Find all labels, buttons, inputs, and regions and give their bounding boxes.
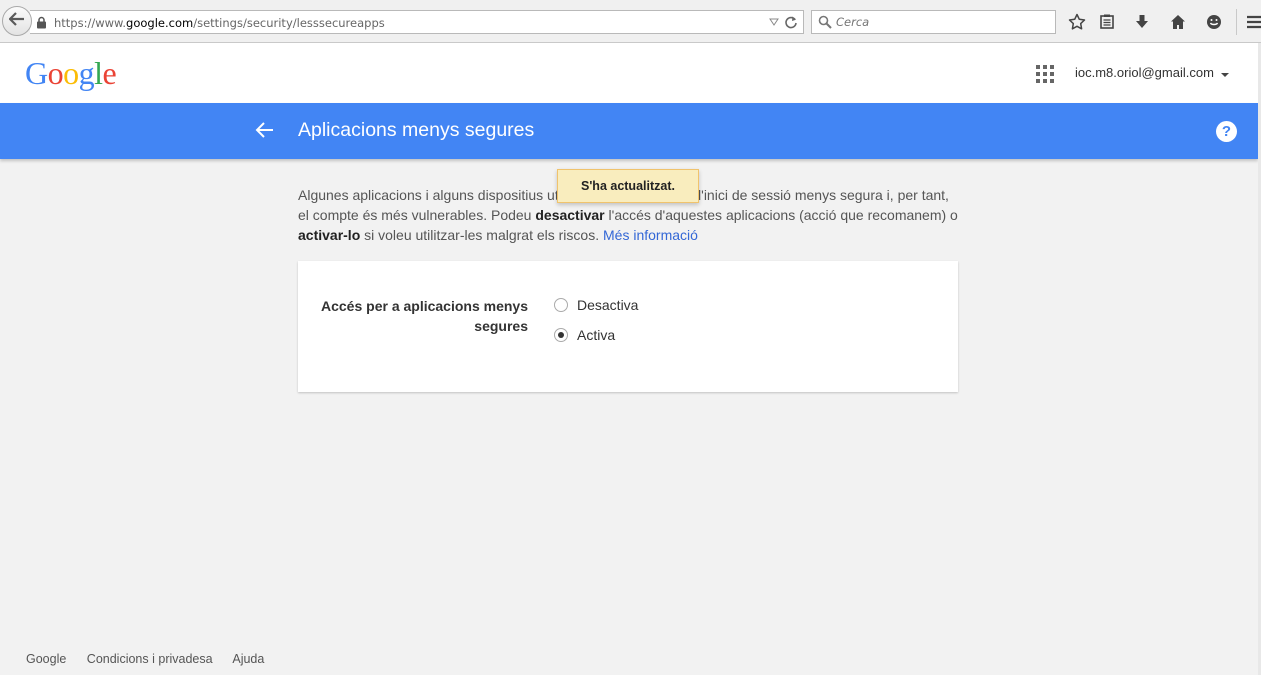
settings-card: Accés per a aplicacions menys segures De… — [298, 261, 958, 392]
logo-letter: l — [94, 55, 103, 91]
back-arrow-icon[interactable] — [255, 120, 277, 142]
logo-letter: e — [102, 55, 117, 91]
logo-letter: o — [63, 55, 79, 91]
back-button[interactable] — [2, 6, 32, 36]
bookmark-star-icon[interactable] — [1066, 11, 1088, 33]
lock-icon — [36, 16, 47, 32]
apps-grid-icon[interactable] — [1036, 65, 1054, 83]
help-icon[interactable]: ? — [1216, 121, 1237, 142]
learn-more-link[interactable]: Més informació — [603, 227, 698, 243]
chevron-down-icon[interactable] — [1221, 73, 1229, 77]
footer-link-help[interactable]: Ajuda — [232, 652, 264, 666]
toolbar-separator — [1236, 9, 1237, 35]
logo-letter: G — [25, 55, 48, 91]
url-history-dropdown-icon[interactable] — [769, 16, 779, 30]
footer-link-terms[interactable]: Condicions i privadesa — [87, 652, 213, 666]
footer-link-google[interactable]: Google — [26, 652, 66, 666]
home-icon[interactable] — [1167, 11, 1189, 33]
reload-icon[interactable] — [784, 15, 798, 32]
page-title: Aplicacions menys segures — [298, 119, 535, 141]
radio-label[interactable]: Desactiva — [577, 297, 638, 313]
status-toast: S'ha actualitzat. — [557, 169, 699, 203]
browser-toolbar: https://www.google.com/settings/security… — [0, 0, 1261, 43]
google-header: Google ioc.m8.oriol@gmail.com — [0, 43, 1261, 103]
back-arrow-icon — [8, 11, 25, 31]
radio-button-unchecked[interactable] — [554, 298, 568, 312]
search-icon — [818, 15, 832, 34]
logo-letter: g — [78, 55, 95, 91]
logo-letter: o — [47, 55, 64, 91]
radio-label[interactable]: Activa — [577, 327, 615, 343]
url-text[interactable]: https://www.google.com/settings/security… — [54, 16, 385, 30]
google-logo[interactable]: Google — [25, 55, 117, 91]
setting-label: Accés per a aplicacions menys segures — [321, 298, 528, 334]
reading-list-icon[interactable] — [1096, 11, 1118, 33]
search-bar[interactable] — [811, 10, 1056, 34]
footer: Google Condicions i privadesa Ajuda — [26, 652, 281, 666]
download-icon[interactable] — [1131, 11, 1153, 33]
account-email[interactable]: ioc.m8.oriol@gmail.com — [1075, 65, 1214, 80]
radio-option-disable[interactable]: Desactiva — [554, 295, 638, 315]
menu-icon[interactable] — [1243, 11, 1261, 33]
page-title-bar: Aplicacions menys segures ? — [0, 103, 1258, 159]
radio-option-enable[interactable]: Activa — [554, 325, 615, 345]
search-input[interactable] — [836, 14, 1046, 30]
radio-button-checked[interactable] — [554, 328, 568, 342]
address-bar[interactable]: https://www.google.com/settings/security… — [30, 10, 804, 34]
hello-chat-icon[interactable] — [1203, 11, 1225, 33]
